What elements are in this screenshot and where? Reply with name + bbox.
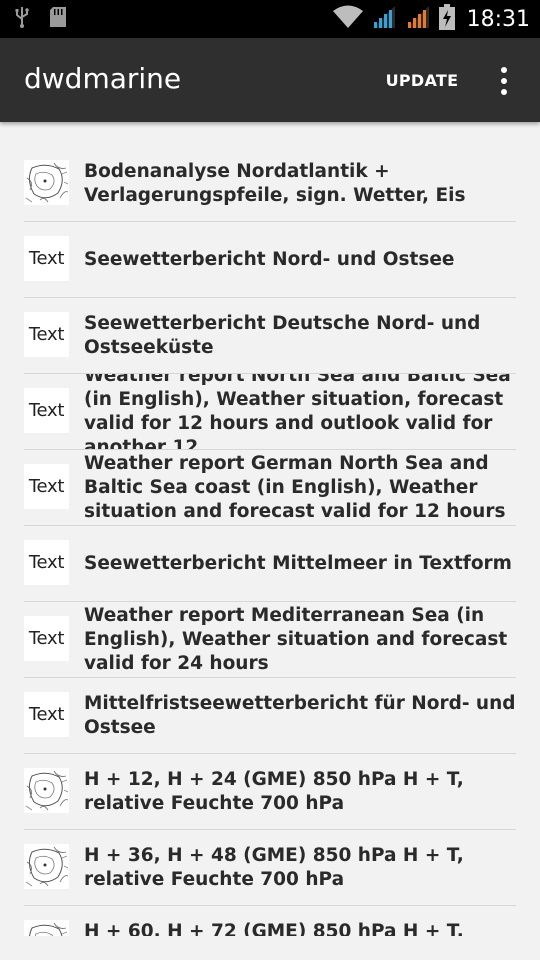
list-item[interactable]: Text Weather report North Sea and Baltic … (24, 374, 516, 450)
text-document-icon: Text (24, 540, 69, 585)
list-item-label: Seewetterbericht Mittelmeer in Textform (84, 552, 512, 574)
list-item[interactable]: Text Seewetterbericht Mittelmeer in Textf… (24, 526, 516, 602)
wifi-icon (332, 5, 363, 34)
list-item-label: Weather report Mediterranean Sea (in Eng… (84, 604, 508, 674)
list-item[interactable]: Text Mittelfristseewetterbericht für Nord… (24, 678, 516, 754)
list-item[interactable]: H + 36, H + 48 (GME) 850 hPa H + T, rela… (24, 830, 516, 906)
more-vert-icon[interactable] (490, 64, 518, 98)
list-item-label: H + 36, H + 48 (GME) 850 hPa H + T, rela… (84, 844, 464, 890)
text-document-icon: Text (24, 312, 69, 357)
text-document-icon: Text (24, 236, 69, 281)
signal-icon (371, 5, 397, 34)
weather-map-icon (24, 768, 69, 813)
list-item-label: Weather report North Sea and Baltic Sea … (84, 374, 511, 449)
action-bar: dwdmarine UPDATE (0, 38, 540, 122)
report-list: Bodenanalyse Nordatlantik + Verlagerungs… (24, 146, 516, 936)
weather-map-icon (24, 160, 69, 205)
list-item[interactable]: H + 12, H + 24 (GME) 850 hPa H + T, rela… (24, 754, 516, 830)
list-item-label: H + 12, H + 24 (GME) 850 hPa H + T, rela… (84, 768, 464, 814)
list-item[interactable]: Text Seewetterbericht Nord- und Ostsee (24, 222, 516, 298)
app-title: dwdmarine (24, 62, 182, 95)
list-item[interactable]: Text Weather report German North Sea and … (24, 450, 516, 526)
update-button[interactable]: UPDATE (380, 66, 464, 96)
text-document-icon: Text (24, 464, 69, 509)
text-document-icon: Text (24, 388, 69, 433)
clock: 18:31 (466, 6, 530, 32)
list-item-label: Seewetterbericht Nord- und Ostsee (84, 248, 455, 270)
list-item[interactable]: H + 60, H + 72 (GME) 850 hPa H + T, rela… (24, 906, 516, 936)
weather-map-icon (24, 920, 69, 936)
list-item-label: Bodenanalyse Nordatlantik + Verlagerungs… (84, 160, 466, 206)
usb-icon (14, 6, 30, 33)
list-item-label: Mittelfristseewetterbericht für Nord- un… (84, 692, 516, 738)
weather-map-icon (24, 844, 69, 889)
list-item[interactable]: Text Weather report Mediterranean Sea (in… (24, 602, 516, 678)
sd-card-icon (50, 6, 66, 32)
status-bar: 18:31 (0, 0, 540, 38)
list-item-label: Seewetterbericht Deutsche Nord- und Osts… (84, 312, 481, 358)
text-document-icon: Text (24, 616, 69, 661)
battery-icon (438, 3, 455, 35)
list-item[interactable]: Bodenanalyse Nordatlantik + Verlagerungs… (24, 146, 516, 222)
list-item[interactable]: Text Seewetterbericht Deutsche Nord- und … (24, 298, 516, 374)
signal-icon (405, 5, 431, 34)
list-item-label: H + 60, H + 72 (GME) 850 hPa H + T, rela… (84, 920, 464, 937)
text-document-icon: Text (24, 692, 69, 737)
list-item-label: Weather report German North Sea and Balt… (84, 452, 506, 522)
